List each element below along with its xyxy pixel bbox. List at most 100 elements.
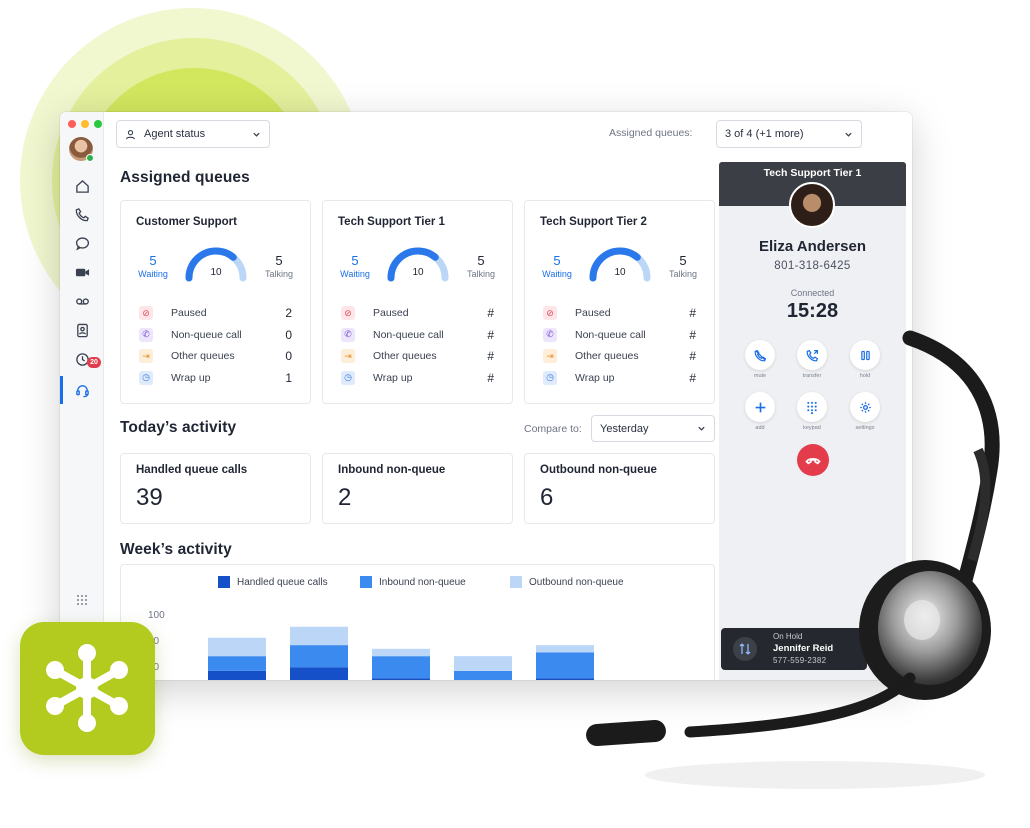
home-icon bbox=[75, 179, 89, 193]
activity-card-label: Handled queue calls bbox=[136, 464, 248, 476]
bar-inbound-non-queue bbox=[290, 645, 348, 668]
assigned-queues-dropdown[interactable]: 3 of 4 (+1 more) bbox=[716, 120, 862, 148]
active-nav-indicator bbox=[60, 376, 63, 404]
other-queues-icon: ⇥ bbox=[341, 349, 355, 363]
queue-stat-value: 0 bbox=[285, 327, 292, 342]
queue-stat-value: # bbox=[689, 306, 696, 320]
waiting-count: 5 bbox=[149, 253, 157, 268]
nav-meetings[interactable]: 20 bbox=[72, 349, 101, 369]
bar-handled-queue-calls bbox=[372, 678, 430, 680]
activity-card-value: 39 bbox=[136, 484, 163, 511]
legend-item: Inbound non-queue bbox=[360, 576, 466, 588]
voicemail-icon bbox=[75, 297, 89, 305]
non-queue-call-icon: ✆ bbox=[543, 327, 557, 342]
queue-stat-value: 1 bbox=[285, 370, 292, 385]
paused-icon: ⊘ bbox=[543, 306, 557, 320]
queue-stat-label: Non-queue call bbox=[373, 328, 444, 341]
bar-outbound-non-queue bbox=[454, 656, 512, 671]
maximize-window-button[interactable] bbox=[94, 120, 102, 128]
nav-messages[interactable] bbox=[72, 233, 92, 253]
paused-icon: ⊘ bbox=[139, 306, 153, 320]
waiting-stat: 5 Waiting bbox=[133, 253, 173, 279]
agent-status-label: Agent status bbox=[144, 128, 206, 140]
talking-stat: 5 Talking bbox=[259, 253, 299, 279]
legend-label: Handled queue calls bbox=[237, 576, 328, 588]
minimize-window-button[interactable] bbox=[81, 120, 89, 128]
nav-voicemail[interactable] bbox=[72, 291, 92, 311]
caller-number: 801-318-6425 bbox=[774, 260, 851, 272]
top-bar: Agent status Assigned queues: 3 of 4 (+1… bbox=[104, 112, 912, 156]
queue-stat-label: Paused bbox=[575, 307, 611, 319]
other-queues-icon: ⇥ bbox=[543, 349, 557, 363]
chevron-down-icon bbox=[845, 132, 852, 137]
talking-count: 5 bbox=[275, 253, 283, 268]
sidebar: 20 bbox=[60, 112, 104, 680]
window-controls bbox=[68, 120, 102, 128]
queue-gauge: 10 bbox=[383, 243, 453, 283]
online-status-dot bbox=[86, 154, 94, 162]
queue-stat-row: ⊘ Paused # bbox=[341, 305, 494, 321]
assigned-queues-value: 3 of 4 (+1 more) bbox=[725, 128, 804, 140]
queue-stat-label: Paused bbox=[373, 307, 409, 319]
talking-stat: 5 Talking bbox=[663, 253, 703, 279]
call-status: Connected bbox=[790, 288, 835, 298]
wrap-up-icon: ◷ bbox=[139, 370, 153, 385]
waiting-label: Waiting bbox=[138, 269, 168, 279]
bar-inbound-non-queue bbox=[208, 656, 266, 671]
talking-count: 5 bbox=[679, 253, 687, 268]
queue-name: Customer Support bbox=[136, 216, 237, 228]
talking-label: Talking bbox=[264, 269, 293, 279]
queue-stat-label: Wrap up bbox=[373, 371, 413, 384]
app-grid-icon bbox=[77, 595, 87, 605]
paused-icon: ⊘ bbox=[341, 306, 355, 320]
close-window-button[interactable] bbox=[68, 120, 76, 128]
todays-activity-title: Today’s activity bbox=[120, 419, 237, 436]
user-avatar[interactable] bbox=[69, 137, 94, 162]
bar-outbound-non-queue bbox=[208, 637, 266, 657]
legend-swatch bbox=[360, 576, 372, 588]
video-camera-icon bbox=[75, 268, 89, 276]
talking-label: Talking bbox=[668, 269, 697, 279]
chevron-down-icon bbox=[253, 132, 260, 137]
waiting-label: Waiting bbox=[340, 269, 370, 279]
weeks-activity-title: Week’s activity bbox=[120, 541, 232, 558]
bar-outbound-non-queue bbox=[290, 626, 348, 646]
activity-card-value: 6 bbox=[540, 484, 554, 511]
queue-card[interactable]: Customer Support 5 Waiting 10 5 Talking … bbox=[120, 200, 311, 404]
nav-contact-center[interactable] bbox=[72, 380, 92, 400]
queue-stat-row: ◷ Wrap up # bbox=[341, 370, 494, 386]
bar-inbound-non-queue bbox=[372, 656, 430, 679]
queue-stat-row: ⇥ Other queues 0 bbox=[139, 348, 292, 364]
legend-swatch bbox=[510, 576, 522, 588]
caller-photo bbox=[789, 182, 835, 228]
queue-stat-value: # bbox=[487, 370, 494, 385]
queue-name: Tech Support Tier 1 bbox=[338, 216, 445, 228]
queue-stat-label: Non-queue call bbox=[171, 328, 242, 341]
headset-image bbox=[586, 330, 1000, 789]
queue-stat-label: Paused bbox=[171, 307, 207, 319]
activity-card-value: 2 bbox=[338, 484, 352, 511]
queue-gauge: 10 bbox=[181, 243, 251, 283]
talking-label: Talking bbox=[466, 269, 495, 279]
assigned-queues-label: Assigned queues: bbox=[609, 127, 693, 139]
talking-stat: 5 Talking bbox=[461, 253, 501, 279]
queue-stat-row: ⊘ Paused 2 bbox=[139, 305, 292, 321]
talking-count: 5 bbox=[477, 253, 485, 268]
meetings-count-badge: 20 bbox=[87, 357, 101, 368]
queue-card[interactable]: Tech Support Tier 1 5 Waiting 10 5 Talki… bbox=[322, 200, 513, 404]
queue-stat-value: # bbox=[487, 306, 494, 320]
nav-home[interactable] bbox=[72, 176, 92, 196]
y-tick-label: 100 bbox=[148, 610, 165, 621]
queue-name: Tech Support Tier 2 bbox=[540, 216, 647, 228]
queue-gauge: 10 bbox=[585, 243, 655, 283]
queue-stat-row: ⊘ Paused # bbox=[543, 305, 696, 321]
legend-item: Handled queue calls bbox=[218, 576, 328, 588]
agent-status-dropdown[interactable]: Agent status bbox=[116, 120, 270, 148]
nav-app-grid[interactable] bbox=[72, 590, 92, 610]
nav-contacts[interactable] bbox=[72, 320, 92, 340]
weekly-bar-chart bbox=[208, 626, 594, 680]
nav-video[interactable] bbox=[72, 262, 92, 282]
nav-calls[interactable] bbox=[72, 204, 92, 224]
queue-stat-row: ◷ Wrap up 1 bbox=[139, 370, 292, 386]
call-timer: 15:28 bbox=[786, 300, 839, 322]
